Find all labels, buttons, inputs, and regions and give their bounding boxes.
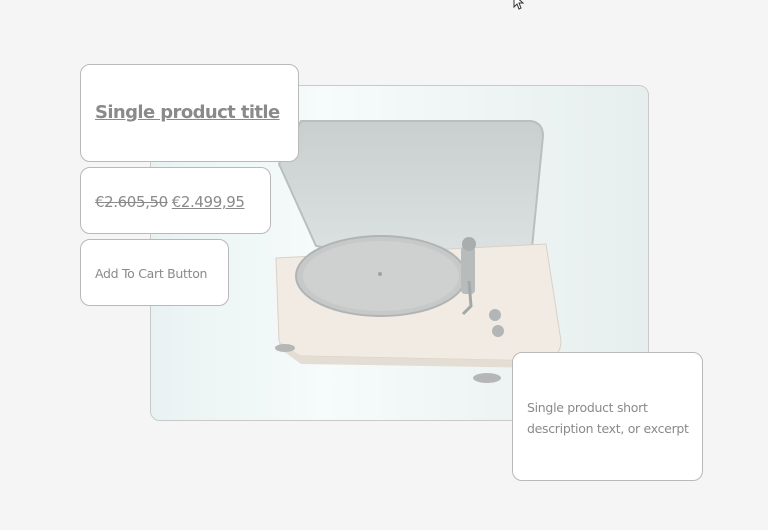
add-to-cart-button[interactable]: Add To Cart Button <box>80 239 229 306</box>
product-title-card: Single product title <box>80 64 299 162</box>
price-row: €2.605,50 €2.499,95 <box>95 193 245 211</box>
price-old: €2.605,50 <box>95 193 168 211</box>
add-to-cart-label: Add To Cart Button <box>95 266 208 281</box>
product-description-card: Single product short description text, o… <box>512 352 703 481</box>
product-title[interactable]: Single product title <box>95 102 280 123</box>
price-new: €2.499,95 <box>171 193 245 211</box>
product-short-description: Single product short description text, o… <box>527 400 689 436</box>
mouse-pointer-icon <box>512 0 528 10</box>
product-price-card: €2.605,50 €2.499,95 <box>80 167 271 234</box>
